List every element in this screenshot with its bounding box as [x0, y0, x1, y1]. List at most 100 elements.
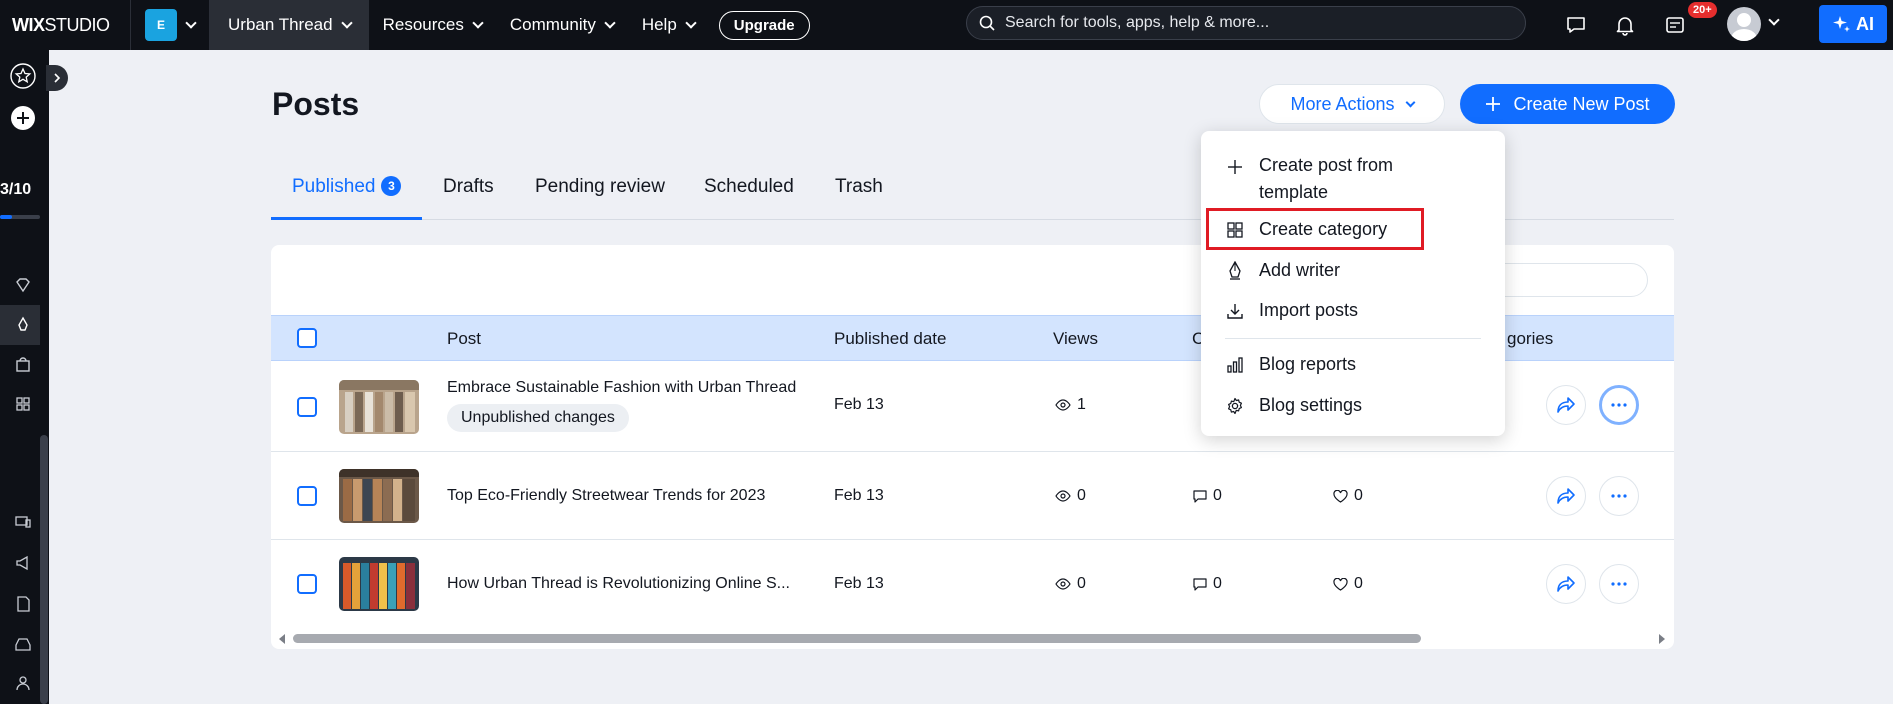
site-selector[interactable]: Urban Thread: [209, 0, 369, 50]
table-row[interactable]: Top Eco-Friendly Streetwear Trends for 2…: [271, 452, 1674, 540]
views-count: 1: [1077, 396, 1086, 413]
wix-studio-logo[interactable]: WIXSTUDIO: [0, 15, 130, 36]
chevron-down-icon: [472, 17, 484, 29]
create-new-post-label: Create New Post: [1513, 93, 1650, 114]
more-actions-button[interactable]: More Actions: [1259, 84, 1445, 124]
post-title[interactable]: Top Eco-Friendly Streetwear Trends for 2…: [447, 487, 765, 505]
site-name-label: Urban Thread: [228, 15, 333, 34]
menu-item-blog-reports[interactable]: Blog reports: [1225, 354, 1356, 376]
workspace-switcher[interactable]: E: [130, 0, 209, 50]
column-header-post[interactable]: Post: [447, 329, 481, 349]
pen-nib-icon: [1225, 260, 1245, 282]
tab-trash[interactable]: Trash: [835, 176, 883, 198]
plus-icon: [1225, 156, 1245, 178]
share-button[interactable]: [1546, 476, 1586, 516]
tab-pending-review[interactable]: Pending review: [535, 176, 665, 198]
tab-scheduled[interactable]: Scheduled: [704, 176, 794, 198]
megaphone-icon[interactable]: [10, 550, 36, 576]
diamond-icon[interactable]: [10, 272, 36, 298]
gear-icon: [1225, 395, 1245, 417]
comment-icon: [1193, 577, 1207, 591]
comments-cell: 0: [1193, 487, 1222, 505]
star-icon[interactable]: [10, 63, 36, 89]
bar-chart-icon: [1225, 354, 1245, 376]
column-header-published-date[interactable]: Published date: [834, 329, 946, 349]
eye-icon: [1055, 490, 1071, 502]
devices-icon[interactable]: [10, 509, 36, 535]
row-checkbox[interactable]: [297, 397, 317, 417]
sparkle-icon: [1833, 16, 1850, 32]
nav-community[interactable]: Community: [496, 0, 628, 50]
horizontal-scrollbar[interactable]: [271, 631, 1674, 645]
sidebar-expand-button[interactable]: [46, 65, 68, 91]
post-date: Feb 13: [834, 575, 884, 592]
menu-item-label: Import posts: [1259, 300, 1359, 320]
row-checkbox[interactable]: [297, 486, 317, 506]
tab-published[interactable]: Published 3: [292, 176, 402, 198]
menu-item-label: Create post from template: [1259, 152, 1393, 206]
inbox-icon[interactable]: [10, 631, 36, 657]
menu-item-create-post-from-template[interactable]: Create post from template: [1225, 152, 1393, 206]
scroll-right-arrow-icon[interactable]: [1659, 634, 1665, 644]
notification-count-badge: 20+: [1688, 2, 1717, 18]
post-date: Feb 13: [834, 487, 884, 504]
menu-item-label-line1: Create post from: [1259, 155, 1394, 175]
invoice-icon[interactable]: [10, 591, 36, 617]
active-tab-indicator: [271, 217, 422, 220]
heart-icon: [1333, 577, 1348, 591]
post-title[interactable]: How Urban Thread is Revolutionizing Onli…: [447, 575, 790, 593]
ai-label: AI: [1856, 13, 1874, 34]
bell-icon[interactable]: [1612, 12, 1638, 38]
post-title[interactable]: Embrace Sustainable Fashion with Urban T…: [447, 379, 796, 397]
more-actions-menu: Create post from template Create category…: [1201, 131, 1505, 436]
menu-item-add-writer[interactable]: Add writer: [1225, 260, 1340, 282]
search-icon: [979, 15, 995, 31]
column-header-categories[interactable]: gories: [1507, 329, 1553, 349]
contacts-icon[interactable]: [10, 670, 36, 696]
apps-icon[interactable]: [10, 391, 36, 417]
menu-item-label: Blog reports: [1259, 354, 1357, 374]
menu-item-label: Blog settings: [1259, 395, 1363, 415]
scroll-left-arrow-icon[interactable]: [279, 634, 285, 644]
chevron-down-icon: [340, 17, 353, 29]
chevron-down-icon[interactable]: [1768, 14, 1780, 26]
more-options-button[interactable]: [1599, 476, 1639, 516]
search-placeholder: Search for tools, apps, help & more...: [1005, 14, 1270, 31]
tab-drafts[interactable]: Drafts: [443, 176, 494, 198]
sidebar-scrollbar[interactable]: [40, 435, 48, 704]
column-header-views[interactable]: Views: [1053, 329, 1098, 349]
menu-item-import-posts[interactable]: Import posts: [1225, 300, 1358, 322]
menu-item-blog-settings[interactable]: Blog settings: [1225, 395, 1362, 417]
search-input[interactable]: Search for tools, apps, help & more...: [966, 6, 1526, 40]
table-row[interactable]: How Urban Thread is Revolutionizing Onli…: [271, 540, 1674, 628]
row-checkbox[interactable]: [297, 574, 317, 594]
updates-icon[interactable]: [1662, 12, 1688, 38]
upgrade-button[interactable]: Upgrade: [718, 10, 810, 40]
nav-resources[interactable]: Resources: [369, 0, 496, 50]
nav-help[interactable]: Help: [628, 0, 709, 50]
views-count: 0: [1077, 487, 1086, 504]
chevron-right-icon: [54, 73, 61, 83]
more-options-button[interactable]: [1599, 564, 1639, 604]
page-title: Posts: [272, 86, 360, 122]
store-icon[interactable]: [10, 352, 36, 378]
chat-icon[interactable]: [1563, 12, 1589, 38]
share-arrow-icon: [1557, 397, 1575, 413]
share-button[interactable]: [1546, 385, 1586, 425]
pen-nib-icon[interactable]: [10, 312, 36, 338]
ellipsis-icon: [1611, 582, 1627, 586]
ai-assistant-button[interactable]: AI: [1819, 5, 1887, 43]
comment-icon: [1193, 489, 1207, 503]
more-options-button[interactable]: [1599, 385, 1639, 425]
create-new-post-button[interactable]: Create New Post: [1460, 84, 1675, 124]
avatar[interactable]: [1727, 7, 1761, 41]
scrollbar-thumb[interactable]: [293, 634, 1421, 643]
heart-icon: [1333, 489, 1348, 503]
chevron-down-icon: [604, 17, 616, 29]
likes-count: 0: [1354, 487, 1363, 504]
share-button[interactable]: [1546, 564, 1586, 604]
logo-text-bold: WIX: [12, 14, 45, 35]
select-all-checkbox[interactable]: [297, 328, 317, 348]
add-icon[interactable]: [10, 105, 36, 131]
highlight-box: [1206, 208, 1424, 250]
